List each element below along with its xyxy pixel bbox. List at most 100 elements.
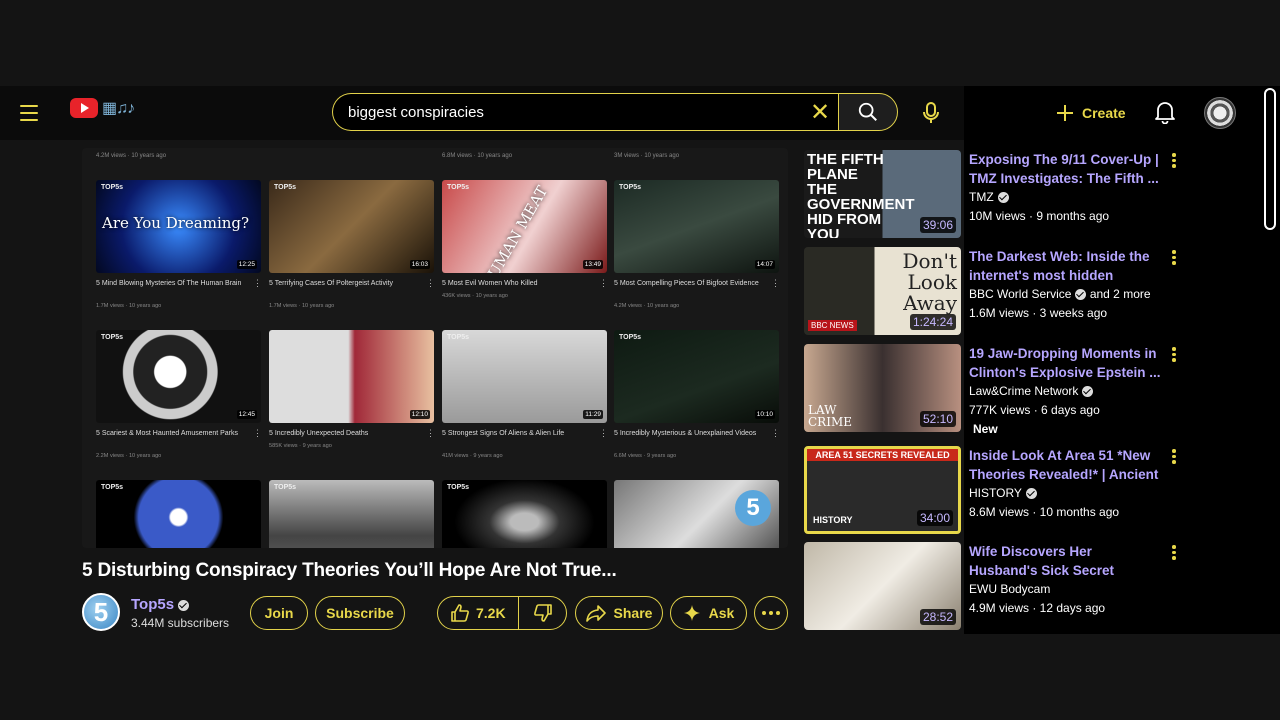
thumbnail-text: Don't Look Away	[902, 249, 958, 315]
thumbs-down-icon	[533, 604, 552, 622]
recommended-video[interactable]: THE FIFTH PLANE THE GOVERNMENT HID FROM …	[804, 150, 1176, 238]
grid-video-title[interactable]: 5 Scariest & Most Haunted Amusement Park…	[96, 429, 251, 438]
recommended-title[interactable]: 19 Jaw-Dropping Moments in Clinton's Exp…	[969, 344, 1164, 382]
notifications-button[interactable]	[1154, 100, 1178, 126]
duration-badge: 1:24:24	[909, 314, 956, 330]
recommended-meta: 8.6M views · 10 months ago	[969, 505, 1120, 519]
like-button[interactable]: 7.2K	[438, 597, 519, 629]
recommended-channel[interactable]: BBC World Service and 2 more	[969, 287, 1151, 301]
youtube-logo[interactable]: ▦♫♪	[70, 98, 135, 118]
duration-badge: 12:25	[236, 260, 257, 269]
create-button[interactable]: Create	[1056, 100, 1126, 126]
recommended-channel[interactable]: Law&Crime Network	[969, 384, 1094, 398]
channel-watermark: TOP5s	[274, 484, 297, 491]
duration-badge: 34:00	[916, 510, 953, 526]
recommended-channel-name[interactable]: BBC World Service	[969, 287, 1071, 301]
dislike-button[interactable]	[519, 597, 566, 629]
duration-badge: 39:06	[919, 217, 956, 233]
bottom-letterbox	[0, 634, 1280, 720]
subscribe-button[interactable]: Subscribe	[315, 596, 405, 630]
more-icon[interactable]	[1168, 250, 1180, 270]
recommended-channel[interactable]: EWU Bodycam	[969, 582, 1050, 596]
grid-thumbnail[interactable]: TOP5s	[442, 480, 607, 548]
menu-icon[interactable]	[20, 100, 48, 126]
grid-video-meta: 1.7M views · 10 years ago	[96, 303, 162, 309]
recommended-video[interactable]: AREA 51 SECRETS REVEALED HISTORY 34:00 Insi…	[804, 446, 1176, 534]
microphone-icon	[923, 102, 939, 123]
join-button[interactable]: Join	[250, 596, 308, 630]
recommended-meta: 4.9M views · 12 days ago	[969, 601, 1106, 615]
more-icon[interactable]: ⋮	[771, 428, 780, 439]
search-input[interactable]: biggest conspiracies	[348, 104, 802, 121]
recommended-thumbnail[interactable]: LAW CRIME 52:10	[804, 344, 961, 432]
channel-avatar[interactable]: 5	[82, 593, 120, 631]
recommended-channel-name[interactable]: TMZ	[969, 190, 994, 204]
recommended-title[interactable]: Exposing The 9/11 Cover-Up | TMZ Investi…	[969, 150, 1164, 188]
grid-thumbnail[interactable]: TOP5s HUMAN MEAT 13:49	[442, 180, 607, 273]
grid-thumbnail[interactable]: TOP5s 14:07	[614, 180, 779, 273]
more-icon[interactable]: ⋮	[253, 278, 262, 289]
more-icon[interactable]: ⋮	[599, 278, 608, 289]
grid-thumbnail[interactable]: TOP5s 16:03	[269, 180, 434, 273]
more-icon[interactable]: ⋮	[426, 278, 435, 289]
like-count: 7.2K	[476, 605, 506, 621]
recommended-thumbnail[interactable]: AREA 51 SECRETS REVEALED HISTORY 34:00	[804, 446, 961, 534]
more-icon[interactable]: ⋮	[599, 428, 608, 439]
account-avatar[interactable]	[1204, 97, 1236, 129]
grid-video-title[interactable]: 5 Incredibly Unexpected Deaths	[269, 429, 424, 438]
recommended-meta: 1.6M views · 3 weeks ago	[969, 306, 1108, 320]
more-icon[interactable]: ⋮	[253, 428, 262, 439]
more-actions-button[interactable]	[754, 596, 788, 630]
recommended-title[interactable]: The Darkest Web: Inside the internet's m…	[969, 247, 1164, 285]
thumbnail-text: Are You Dreaming?	[102, 214, 250, 232]
grid-video-title[interactable]: 5 Mind Blowing Mysteries Of The Human Br…	[96, 279, 251, 288]
channel-name[interactable]: Top5s	[131, 596, 190, 613]
ask-button[interactable]: Ask	[670, 596, 747, 630]
recommended-thumbnail[interactable]: Don't Look Away BBC NEWS 1:24:24	[804, 247, 961, 335]
grid-video-title[interactable]: 5 Most Evil Women Who Killed	[442, 279, 597, 288]
more-icon[interactable]	[1168, 449, 1180, 469]
more-icon[interactable]	[1168, 153, 1180, 173]
microphone-button[interactable]	[916, 98, 946, 128]
grid-thumbnail[interactable]: 5	[614, 480, 779, 548]
recommended-channel[interactable]: TMZ	[969, 190, 1009, 204]
recommended-video[interactable]: 28:52 Wife Discovers Her Husband's Sick S…	[804, 542, 1176, 630]
recommended-channel-name[interactable]: EWU Bodycam	[969, 582, 1050, 596]
recommended-thumbnail[interactable]: 28:52	[804, 542, 961, 630]
create-label: Create	[1082, 105, 1126, 121]
grid-video-title[interactable]: 5 Most Compelling Pieces Of Bigfoot Evid…	[614, 279, 769, 288]
grid-thumbnail[interactable]: TOP5s	[96, 480, 261, 548]
grid-thumbnail[interactable]: 12:10	[269, 330, 434, 423]
recommended-channel-name[interactable]: Law&Crime Network	[969, 384, 1078, 398]
recommended-title[interactable]: Inside Look At Area 51 *New Theories Rev…	[969, 446, 1164, 484]
grid-thumbnail[interactable]: TOP5s 12:45	[96, 330, 261, 423]
recommended-video[interactable]: LAW CRIME 52:10 19 Jaw-Dropping Moments in…	[804, 344, 1176, 436]
page-scrollbar[interactable]	[1264, 88, 1276, 230]
more-icon[interactable]: ⋮	[771, 278, 780, 289]
grid-thumbnail[interactable]: TOP5s 11:29	[442, 330, 607, 423]
clear-search-icon[interactable]: ✕	[802, 94, 838, 130]
more-icon[interactable]: ⋮	[426, 428, 435, 439]
grid-video-title[interactable]: 5 Incredibly Mysterious & Unexplained Vi…	[614, 429, 769, 438]
share-button[interactable]: Share	[575, 596, 663, 630]
grid-thumbnail[interactable]: TOP5s Are You Dreaming? 12:25	[96, 180, 261, 273]
more-icon[interactable]	[1168, 545, 1180, 565]
grid-thumbnail[interactable]: TOP5s	[269, 480, 434, 548]
recommended-title[interactable]: Wife Discovers Her Husband's Sick Secret	[969, 542, 1164, 580]
channel-watermark: TOP5s	[447, 334, 470, 341]
grid-video-meta: 1.7M views · 10 years ago	[269, 303, 335, 309]
recommended-thumbnail[interactable]: THE FIFTH PLANE THE GOVERNMENT HID FROM …	[804, 150, 961, 238]
recommended-video[interactable]: Don't Look Away BBC NEWS 1:24:24 The Darkes…	[804, 247, 1176, 335]
recommended-channel-name[interactable]: HISTORY	[969, 486, 1022, 500]
channel-name-text[interactable]: Top5s	[131, 596, 174, 613]
video-player[interactable]: 4.2M views · 10 years ago 6.8M views · 1…	[82, 148, 788, 548]
more-icon[interactable]	[1168, 347, 1180, 367]
grid-video-title[interactable]: 5 Terrifying Cases Of Poltergeist Activi…	[269, 279, 424, 288]
search-box[interactable]: biggest conspiracies ✕	[332, 93, 838, 131]
thumbs-up-icon	[451, 604, 469, 622]
search-button[interactable]	[838, 93, 898, 131]
recommended-channel[interactable]: HISTORY	[969, 486, 1037, 500]
grid-thumbnail[interactable]: TOP5s 10:10	[614, 330, 779, 423]
channel-watermark: TOP5s	[447, 484, 470, 491]
grid-video-title[interactable]: 5 Strongest Signs Of Aliens & Alien Life	[442, 429, 597, 438]
